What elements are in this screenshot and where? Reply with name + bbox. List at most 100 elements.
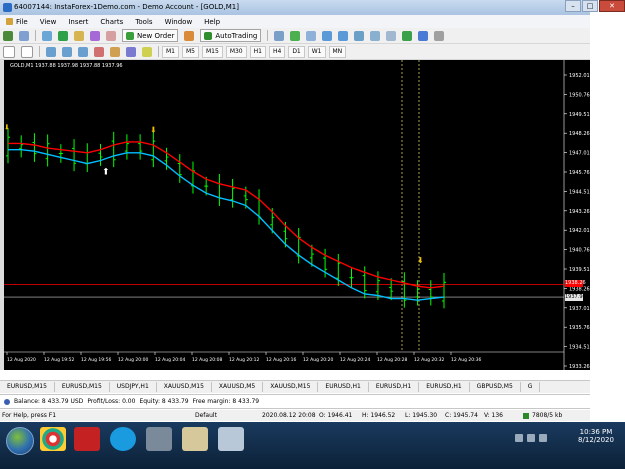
label-icon[interactable] xyxy=(142,46,152,57)
timeframe-h4[interactable]: H4 xyxy=(268,45,286,58)
chart-icon xyxy=(6,18,13,25)
vertical-line-icon[interactable] xyxy=(46,46,56,57)
tab-chart[interactable]: XAUUSD,M15 xyxy=(157,382,212,392)
close-button[interactable]: ✕ xyxy=(599,0,625,12)
navigator-icon[interactable] xyxy=(74,30,84,41)
crosshair-icon[interactable] xyxy=(21,45,33,58)
network-icon[interactable] xyxy=(527,434,535,442)
time-tick-label: 12 Aug 19:52 xyxy=(44,357,74,363)
menu-insert[interactable]: Insert xyxy=(62,18,94,26)
time-tick-label: 12 Aug 2020 xyxy=(7,357,36,363)
chrome-icon[interactable] xyxy=(40,427,66,451)
channel-icon[interactable] xyxy=(94,46,104,57)
terminal-icon[interactable] xyxy=(90,30,100,41)
menu-help[interactable]: Help xyxy=(198,18,226,26)
menu-charts[interactable]: Charts xyxy=(94,18,129,26)
line-chart-icon[interactable] xyxy=(306,30,317,41)
maximize-button[interactable]: □ xyxy=(582,0,598,12)
price-tick-label: 1939.51 xyxy=(569,267,590,273)
menu-view[interactable]: View xyxy=(34,18,63,26)
metaeditor-icon[interactable] xyxy=(184,30,195,41)
standard-toolbar: New Order AutoTrading xyxy=(0,28,590,44)
tab-chart[interactable]: XAUUSD,M5 xyxy=(212,382,264,392)
tab-chart[interactable]: GBPUSD,M5 xyxy=(470,382,521,392)
tile-windows-icon[interactable] xyxy=(354,30,365,41)
tab-chart[interactable]: EURUSD,M15 xyxy=(55,382,110,392)
ask-price-tag: 1938.26 xyxy=(565,280,586,288)
equity-text: Equity: 8 433.79 xyxy=(139,398,189,405)
cursor-icon[interactable] xyxy=(3,45,15,58)
separator xyxy=(267,30,269,41)
trendline-icon[interactable] xyxy=(78,46,88,57)
help-hint: For Help, press F1 xyxy=(2,412,57,419)
time-tick-label: 12 Aug 20:08 xyxy=(192,357,222,363)
tray-arrow-icon[interactable] xyxy=(515,434,523,442)
market-watch-icon[interactable] xyxy=(42,30,52,41)
periods-icon[interactable] xyxy=(418,30,429,41)
taskbar: 10:36 PM 8/12/2020 xyxy=(0,422,625,469)
paint-icon[interactable] xyxy=(218,427,244,451)
tab-chart[interactable]: EURUSD,M15 xyxy=(0,382,55,392)
skype-icon[interactable] xyxy=(110,427,136,451)
fibonacci-icon[interactable] xyxy=(110,46,120,57)
chart-title: GOLD,M1 1937.88 1937.98 1937.88 1937.96 xyxy=(10,63,123,69)
balance-icon xyxy=(4,398,10,405)
zoom-in-icon[interactable] xyxy=(322,30,333,41)
menu-file[interactable]: File xyxy=(0,18,34,26)
instaforex-icon[interactable] xyxy=(74,427,100,451)
new-chart-icon[interactable] xyxy=(3,30,13,41)
metatrader-icon[interactable] xyxy=(182,427,208,451)
tab-chart[interactable]: EURUSD,H1 xyxy=(369,382,420,392)
price-tick-label: 1935.76 xyxy=(569,325,590,331)
bid-price-tag: 1937.96 xyxy=(565,294,586,302)
sell-arrow-icon: ⬇ xyxy=(4,123,10,131)
sell-arrow-icon: ⬇ xyxy=(150,126,157,135)
status-open: O: 1946.41 xyxy=(319,412,353,419)
timeframe-m5[interactable]: M5 xyxy=(182,45,199,58)
candlestick-icon[interactable] xyxy=(290,30,301,41)
bar-chart-icon[interactable] xyxy=(274,30,285,41)
price-tick-label: 1934.51 xyxy=(569,345,590,351)
timeframe-d1[interactable]: D1 xyxy=(288,45,305,58)
horizontal-line-icon[interactable] xyxy=(62,46,72,57)
zoom-out-icon[interactable] xyxy=(338,30,349,41)
tab-chart[interactable]: G xyxy=(521,382,541,392)
menu-tools[interactable]: Tools xyxy=(129,18,158,26)
chart-shift-icon[interactable] xyxy=(386,30,397,41)
clock[interactable]: 10:36 PM 8/12/2020 xyxy=(571,428,621,444)
time-tick-label: 12 Aug 20:36 xyxy=(451,357,481,363)
price-tick-label: 1940.76 xyxy=(569,248,590,254)
strategy-tester-icon[interactable] xyxy=(106,30,116,41)
status-volume: V: 136 xyxy=(484,412,503,419)
start-button[interactable] xyxy=(6,427,34,455)
play-icon xyxy=(204,31,213,40)
new-order-button[interactable]: New Order xyxy=(122,29,179,42)
price-tick-label: 1948.26 xyxy=(569,131,590,137)
profiles-icon[interactable] xyxy=(19,30,29,41)
volume-icon[interactable] xyxy=(539,434,547,442)
status-low: L: 1945.30 xyxy=(405,412,438,419)
timeframe-m1[interactable]: M1 xyxy=(162,45,179,58)
app-icon xyxy=(3,3,12,12)
templates-icon[interactable] xyxy=(434,30,445,41)
timeframe-mn[interactable]: MN xyxy=(328,45,347,58)
autoscroll-icon[interactable] xyxy=(370,30,381,41)
timeframe-m30[interactable]: M30 xyxy=(225,45,247,58)
indicators-icon[interactable] xyxy=(402,30,413,41)
terminal-balance-row[interactable]: Balance: 8 433.79 USD Profit/Loss: 0.00 … xyxy=(0,394,590,409)
tab-chart[interactable]: USDJPY,H1 xyxy=(110,382,157,392)
tab-chart[interactable]: EURUSD,H1 xyxy=(419,382,470,392)
tab-chart[interactable]: XAUUSD,M15 xyxy=(263,382,319,392)
autotrading-button[interactable]: AutoTrading xyxy=(200,29,262,42)
timeframe-h1[interactable]: H1 xyxy=(249,45,266,58)
minimize-button[interactable]: – xyxy=(565,0,581,12)
timeframe-w1[interactable]: W1 xyxy=(307,45,326,58)
text-icon[interactable] xyxy=(126,46,136,57)
data-window-icon[interactable] xyxy=(58,30,68,41)
camera-icon[interactable] xyxy=(146,427,172,451)
price-tick-label: 1947.01 xyxy=(569,151,590,157)
timeframe-m15[interactable]: M15 xyxy=(202,45,223,58)
menu-window[interactable]: Window xyxy=(159,18,199,26)
price-chart[interactable]: 1952.01 1950.76 1949.51 1948.26 1947.01 1945.… xyxy=(4,60,590,370)
tab-chart[interactable]: EURUSD,H1 xyxy=(318,382,369,392)
